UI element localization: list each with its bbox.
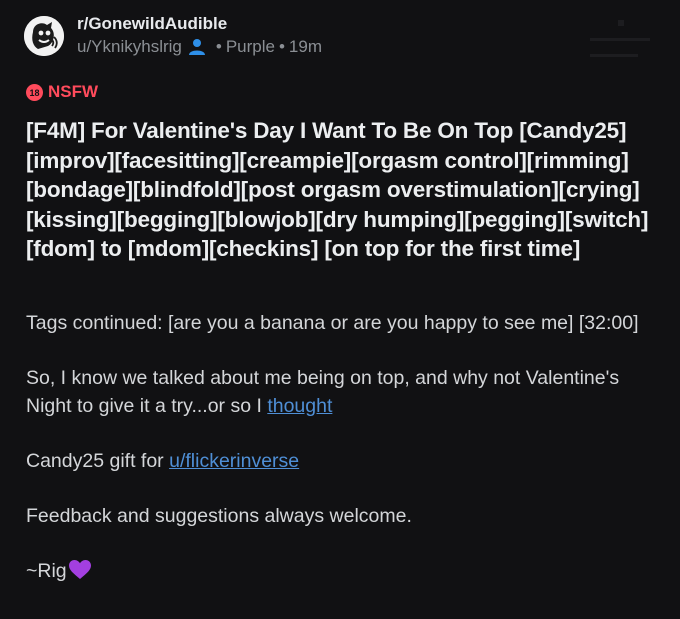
nsfw-label: NSFW bbox=[48, 82, 99, 101]
signoff-text: ~Rig bbox=[26, 559, 67, 582]
meta-separator: • bbox=[215, 37, 222, 56]
gift-user-link[interactable]: u/flickerinverse bbox=[169, 450, 299, 472]
intro-paragraph: So, I know we talked about me being on t… bbox=[26, 365, 666, 420]
feedback-paragraph: Feedback and suggestions always welcome. bbox=[26, 504, 412, 527]
post-meta: u/Yknikyhslrig • Purple • 19m bbox=[77, 37, 322, 57]
faded-overlay-icon bbox=[590, 20, 650, 60]
person-icon bbox=[188, 38, 206, 56]
svg-text:18: 18 bbox=[29, 88, 39, 98]
post-age: 19m bbox=[288, 37, 322, 56]
subreddit-name[interactable]: r/GonewildAudible bbox=[77, 14, 227, 34]
subreddit-avatar-icon[interactable] bbox=[24, 16, 64, 56]
post-header: r/GonewildAudible u/Yknikyhslrig • Purpl… bbox=[24, 14, 664, 58]
gift-paragraph: Candy25 gift for u/flickerinverse bbox=[26, 448, 666, 476]
post-body: Tags continued: [are you a banana or are… bbox=[26, 310, 666, 585]
tags-paragraph: Tags continued: [are you a banana or are… bbox=[26, 312, 639, 334]
author-flair: Purple bbox=[225, 37, 275, 56]
gift-text: Candy25 gift for bbox=[26, 449, 170, 472]
purple-heart-icon bbox=[68, 559, 91, 580]
thought-link[interactable]: thought bbox=[267, 395, 332, 417]
signoff-paragraph: ~Rig bbox=[26, 558, 666, 586]
nsfw-18-icon: 18 bbox=[26, 83, 43, 101]
post-title[interactable]: [F4M] For Valentine's Day I Want To Be O… bbox=[26, 116, 666, 264]
author-link[interactable]: u/Yknikyhslrig bbox=[77, 37, 182, 57]
meta-separator: • bbox=[278, 37, 285, 56]
nsfw-tag: 18 NSFW bbox=[26, 82, 98, 102]
